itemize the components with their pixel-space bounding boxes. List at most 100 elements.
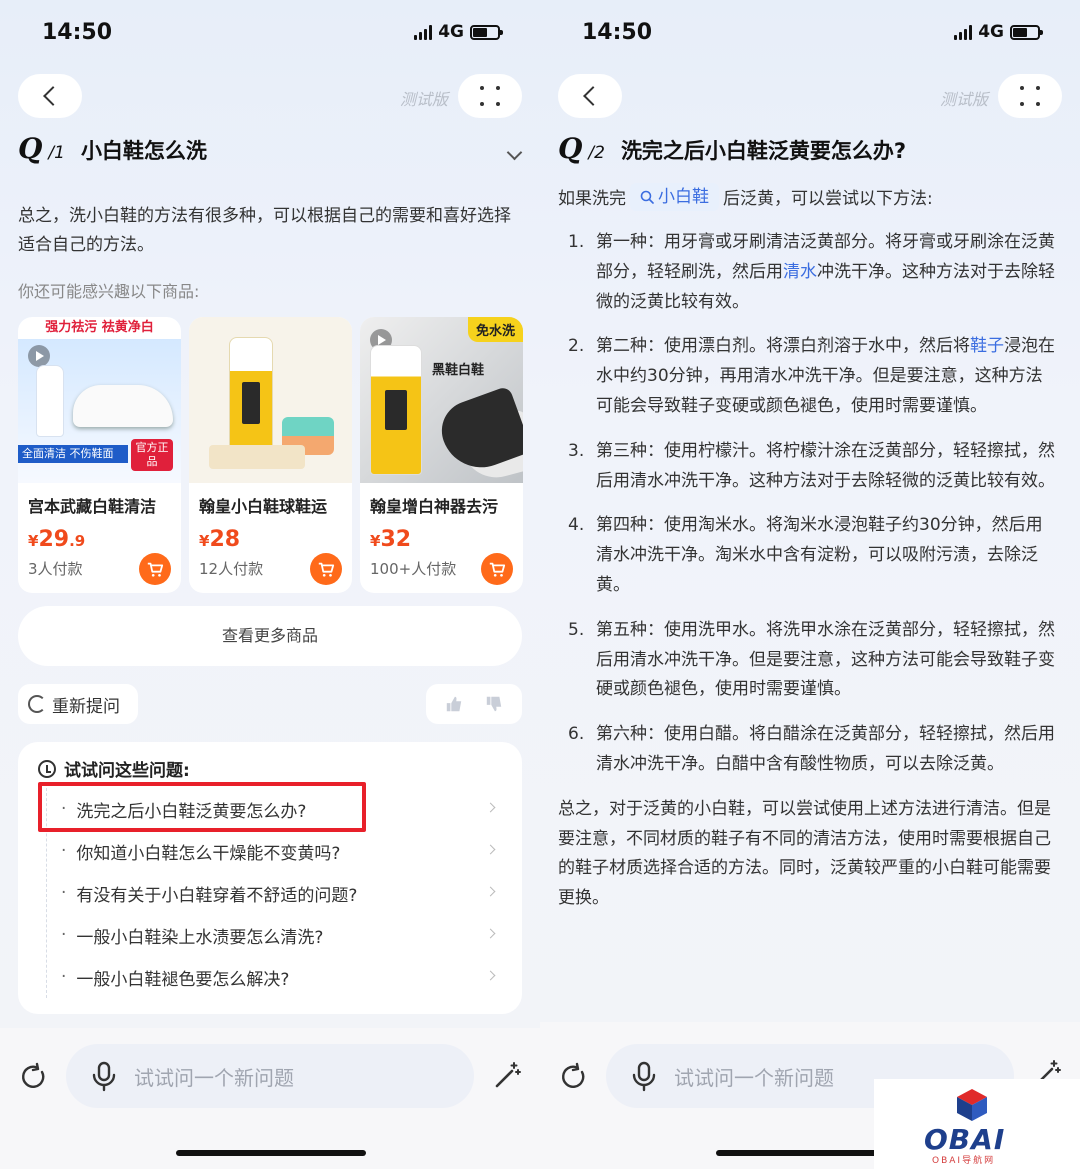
recommend-label: 你还可能感兴趣以下商品: xyxy=(18,282,200,301)
suggest-heading: 试试问这些问题: xyxy=(38,756,190,781)
product-name: 宫本武藏白鞋清洁 xyxy=(28,497,157,516)
thumbs-down-icon[interactable] xyxy=(485,695,503,713)
beta-label: 测试版 xyxy=(399,90,448,109)
question-text: 洗完之后小白鞋泛黄要怎么办? xyxy=(620,139,907,163)
back-button[interactable] xyxy=(558,74,622,118)
network-indicator: 4G xyxy=(954,22,1043,42)
right-screen: 14:50 4G 测试版 Q /2 洗完之后小白鞋泛黄要怎么办? 如果洗完 小白鞋… xyxy=(540,0,1080,1169)
network-type: 4G xyxy=(438,22,464,42)
method-item: 2. 第二种：使用漂白剂。将漂白剂溶于水中，然后将鞋子浸泡在水中约30分钟，再用清… xyxy=(568,336,1055,416)
status-bar: 14:50 4G xyxy=(540,0,1080,70)
more-button[interactable] xyxy=(458,74,522,118)
battery-icon xyxy=(1010,24,1043,40)
product-image-label: 黑鞋白鞋 xyxy=(432,363,485,378)
product-sold: 12人付款 xyxy=(199,560,264,578)
official-tag: 官方正品 xyxy=(131,439,173,471)
new-chat-icon[interactable] xyxy=(18,1062,48,1092)
left-screen: 14:50 4G 测试版 Q /1 小白鞋怎么洗 总之，洗小白鞋的方法有很多种，… xyxy=(0,0,540,1169)
suggestion-item[interactable]: 有没有关于小白鞋穿着不舒适的问题? xyxy=(47,872,506,914)
product-sold: 3人付款 xyxy=(28,560,83,578)
chevron-left-icon xyxy=(583,86,603,106)
input-placeholder: 试试问一个新问题 xyxy=(134,1065,294,1090)
product-strip: 全面清洁 不伤鞋面 xyxy=(18,445,128,463)
watermark-logo: OBAI OBAI导航网 xyxy=(874,1079,1080,1169)
product-card[interactable]: 翰皇小白鞋球鞋运 ¥28 12人付款 xyxy=(189,317,352,593)
magic-wand-icon[interactable] xyxy=(492,1060,522,1090)
cart-icon[interactable] xyxy=(481,553,513,585)
suggest-title: 试试问这些问题: xyxy=(64,761,190,781)
regenerate-button[interactable]: 重新提问 xyxy=(18,684,138,724)
question-badge: Q xyxy=(18,132,43,165)
product-sold: 100+人付款 xyxy=(370,560,457,578)
more-button[interactable] xyxy=(998,74,1062,118)
clock-icon xyxy=(38,759,56,778)
beta-label: 测试版 xyxy=(939,90,988,109)
answer-body: 如果洗完 小白鞋 后泛黄，可以尝试以下方法: 1. 第一种：用牙膏或牙刷清洁泛黄部分。… xyxy=(558,182,1058,914)
chevron-down-icon[interactable] xyxy=(506,144,523,161)
microphone-icon[interactable] xyxy=(86,1058,122,1094)
question-text: 小白鞋怎么洗 xyxy=(80,139,207,163)
cart-icon[interactable] xyxy=(310,553,342,585)
cube-logo-icon xyxy=(957,1089,987,1121)
question-title: Q /1 小白鞋怎么洗 xyxy=(18,132,207,165)
product-name: 翰皇小白鞋球鞋运 xyxy=(199,497,328,516)
product-cards: 强力祛污 祛黄净白 全面清洁 不伤鞋面 官方正品 宫本武藏白鞋清洁 ¥29.9 … xyxy=(18,317,523,593)
question-badge: Q xyxy=(558,132,583,165)
status-time: 14:50 xyxy=(582,20,653,45)
method-item: 5. 第五种：使用洗甲水。将洗甲水涂在泛黄部分，轻轻擦拭，然后用清水冲洗干净。但是… xyxy=(568,619,1055,700)
answer-summary: 总之，洗小白鞋的方法有很多种，可以根据自己的需要和喜好选择适合自己的方法。 xyxy=(18,206,511,255)
watermark-subtext: OBAI导航网 xyxy=(932,1156,996,1166)
method-item: 1. 第一种：用牙膏或牙刷清洁泛黄部分。将牙膏或牙刷涂在泛黄部分，轻轻刷洗，然后用… xyxy=(568,232,1055,312)
chevron-right-icon xyxy=(485,802,496,813)
no-wash-badge: 免水洗 xyxy=(467,317,523,342)
search-icon xyxy=(640,190,654,204)
answer-conclusion: 总之，对于泛黄的小白鞋，可以尝试使用上述方法进行清洁。但是要注意，不同材质的鞋子… xyxy=(558,798,1051,909)
product-banner: 强力祛污 祛黄净白 xyxy=(18,317,181,339)
product-price: ¥29.9 xyxy=(28,527,86,552)
product-name: 翰皇增白神器去污 xyxy=(370,497,499,516)
see-more-products-button[interactable]: 查看更多商品 xyxy=(18,606,522,666)
battery-icon xyxy=(470,24,503,40)
signal-icon xyxy=(414,24,433,40)
network-type: 4G xyxy=(978,22,1004,42)
product-price: ¥32 xyxy=(370,527,412,552)
product-card[interactable]: 免水洗 黑鞋白鞋 翰皇增白神器去污 ¥32 100+人付款 xyxy=(360,317,523,593)
chevron-right-icon xyxy=(485,928,496,939)
question-number: /1 xyxy=(48,143,65,163)
regenerate-label: 重新提问 xyxy=(52,696,120,717)
highlight-box xyxy=(38,782,366,832)
chevron-right-icon xyxy=(485,886,496,897)
product-card[interactable]: 强力祛污 祛黄净白 全面清洁 不伤鞋面 官方正品 宫本武藏白鞋清洁 ¥29.9 … xyxy=(18,317,181,593)
cart-icon[interactable] xyxy=(139,553,171,585)
status-time: 14:50 xyxy=(42,20,113,45)
back-button[interactable] xyxy=(18,74,82,118)
input-placeholder: 试试问一个新问题 xyxy=(674,1065,834,1090)
chevron-right-icon xyxy=(485,970,496,981)
thumbs-up-icon[interactable] xyxy=(445,695,463,713)
chevron-right-icon xyxy=(485,844,496,855)
feedback-group xyxy=(426,684,522,724)
microphone-icon[interactable] xyxy=(626,1058,662,1094)
question-title: Q /2 洗完之后小白鞋泛黄要怎么办? xyxy=(558,132,906,165)
play-icon xyxy=(28,345,50,367)
answer-intro: 如果洗完 小白鞋 后泛黄，可以尝试以下方法: xyxy=(558,182,1058,216)
watermark-text: OBAI xyxy=(924,1123,1006,1156)
suggestion-item[interactable]: 你知道小白鞋怎么干燥能不变黄吗? xyxy=(47,830,506,872)
question-input[interactable]: 试试问一个新问题 xyxy=(66,1044,474,1108)
chevron-left-icon xyxy=(43,86,63,106)
method-item: 4. 第四种：使用淘米水。将淘米水浸泡鞋子约30分钟，然后用清水冲洗干净。淘米水中… xyxy=(568,515,1043,595)
suggestion-item[interactable]: 一般小白鞋染上水渍要怎么清洗? xyxy=(47,914,506,956)
suggestion-item[interactable]: 一般小白鞋褪色要怎么解决? xyxy=(47,956,506,998)
product-price: ¥28 xyxy=(199,527,241,552)
keyword-link[interactable]: 鞋子 xyxy=(970,336,1004,356)
product-image: 强力祛污 祛黄净白 全面清洁 不伤鞋面 官方正品 xyxy=(18,317,181,483)
keyword-link[interactable]: 清水 xyxy=(783,262,817,282)
product-image: 免水洗 黑鞋白鞋 xyxy=(360,317,523,483)
method-item: 3. 第三种：使用柠檬汁。将柠檬汁涂在泛黄部分，轻轻擦拭，然后用清水冲洗干净。这种… xyxy=(568,440,1055,491)
question-number: /2 xyxy=(588,143,605,163)
signal-icon xyxy=(954,24,973,40)
method-item: 6. 第六种：使用白醋。将白醋涂在泛黄部分，轻轻擦拭，然后用清水冲洗干净。白醋中含… xyxy=(568,724,1055,774)
keyword-chip[interactable]: 小白鞋 xyxy=(630,183,719,211)
new-chat-icon[interactable] xyxy=(558,1062,588,1092)
method-list: 1. 第一种：用牙膏或牙刷清洁泛黄部分。将牙膏或牙刷涂在泛黄部分，轻轻刷洗，然后用… xyxy=(558,228,1058,780)
